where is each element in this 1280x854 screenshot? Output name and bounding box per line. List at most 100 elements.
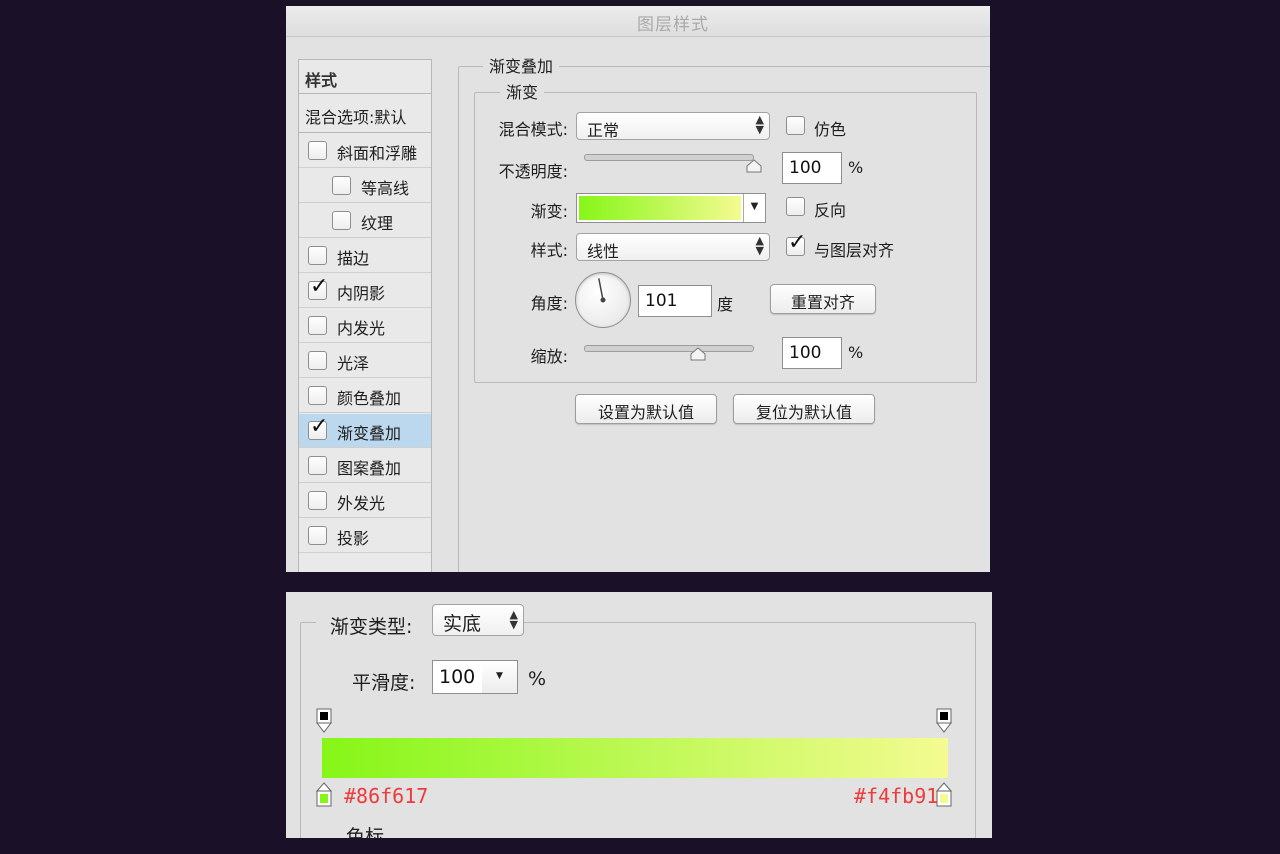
smoothness-label: 平滑度: — [352, 672, 416, 694]
style-item-6[interactable]: 内发光 — [299, 309, 431, 343]
reverse-checkbox[interactable] — [786, 197, 805, 216]
title-bar: 图层样式 — [286, 6, 990, 37]
style-list: 样式 混合选项:默认 斜面和浮雕等高线纹理描边 ✓ 内阴影内发光光泽颜色叠加 ✓ 渐变叠… — [298, 59, 432, 572]
gradient-bar[interactable] — [322, 738, 948, 778]
select-arrows-icon: ▲ ▼ — [509, 608, 518, 631]
style-item-label: 图案叠加 — [337, 459, 402, 478]
gradient-label: 渐变: — [530, 202, 568, 221]
style-item-checkbox[interactable] — [308, 386, 327, 405]
style-item-1[interactable]: 斜面和浮雕 — [299, 134, 431, 168]
gradient-type-value: 实底 — [443, 613, 482, 635]
angle-dial[interactable] — [575, 272, 631, 328]
style-item-9[interactable]: ✓ 渐变叠加 — [299, 414, 431, 448]
gradient-preview[interactable] — [579, 196, 741, 220]
style-item-label: 内发光 — [337, 319, 386, 338]
style-value: 线性 — [587, 242, 620, 261]
color-stop-left[interactable] — [316, 782, 332, 808]
opacity-input[interactable]: 100 — [782, 152, 842, 184]
scale-unit: % — [848, 343, 864, 362]
opacity-stop-left[interactable] — [316, 708, 332, 734]
select-arrows-icon: ▲ ▼ — [755, 234, 764, 257]
style-item-2[interactable]: 等高线 — [299, 169, 431, 203]
reset-alignment-button[interactable]: 重置对齐 — [770, 284, 876, 314]
select-arrows-icon: ▲ ▼ — [755, 113, 764, 136]
gradient-picker[interactable]: ▼ — [576, 193, 766, 223]
angle-unit: 度 — [717, 295, 734, 314]
style-item-checkbox[interactable] — [308, 456, 327, 475]
scale-input[interactable]: 100 — [782, 337, 842, 369]
align-with-layer-checkbox[interactable]: ✓ — [786, 232, 806, 256]
opacity-stop-right[interactable] — [936, 708, 952, 734]
smoothness-dropdown-icon[interactable]: ▼ — [482, 660, 518, 694]
blend-mode-select[interactable]: 正常 ▲ ▼ — [576, 112, 770, 140]
style-item-label: 外发光 — [337, 494, 386, 513]
blend-mode-value: 正常 — [587, 121, 620, 140]
section-title: 渐变叠加 — [483, 53, 560, 77]
style-item-7[interactable]: 光泽 — [299, 344, 431, 378]
align-with-layer-label: 与图层对齐 — [814, 241, 895, 260]
smoothness-input[interactable]: 100 — [432, 660, 484, 694]
checkmark-icon: ✓ — [310, 274, 329, 299]
style-item-label: 内阴影 — [337, 284, 386, 303]
checkmark-icon: ✓ — [310, 414, 329, 439]
style-item-3[interactable]: 纹理 — [299, 204, 431, 238]
style-item-label: 渐变叠加 — [337, 424, 402, 443]
color-stop-right[interactable] — [936, 782, 952, 808]
style-item-checkbox[interactable] — [332, 211, 351, 230]
style-list-header[interactable]: 样式 — [299, 60, 431, 94]
scale-slider-thumb[interactable] — [690, 347, 706, 361]
style-select[interactable]: 线性 ▲ ▼ — [576, 233, 770, 261]
set-default-button[interactable]: 设置为默认值 — [575, 394, 717, 424]
gradient-editor: 渐变类型: 实底 ▲ ▼ 平滑度: 100 ▼ % #86f617 #f4fb91… — [286, 592, 992, 838]
style-item-4[interactable]: 描边 — [299, 239, 431, 273]
style-item-label: 颜色叠加 — [337, 389, 402, 408]
color-stops-label: 色标 — [316, 822, 436, 838]
angle-input[interactable]: 101 — [638, 285, 712, 317]
gradient-dropdown-icon[interactable]: ▼ — [743, 194, 765, 222]
end-color-hex: #f4fb91 — [854, 784, 939, 808]
style-item-5[interactable]: ✓ 内阴影 — [299, 274, 431, 308]
smoothness-unit: % — [528, 668, 547, 690]
opacity-unit: % — [848, 158, 864, 177]
style-item-checkbox[interactable]: ✓ — [308, 276, 328, 300]
blending-options-item[interactable]: 混合选项:默认 — [299, 95, 431, 133]
style-item-checkbox[interactable] — [308, 351, 327, 370]
style-item-checkbox[interactable]: ✓ — [308, 416, 328, 440]
dither-checkbox[interactable] — [786, 116, 805, 135]
style-item-8[interactable]: 颜色叠加 — [299, 379, 431, 413]
reverse-label: 反向 — [814, 201, 847, 220]
dialog-title: 图层样式 — [637, 15, 709, 35]
style-item-label: 光泽 — [337, 354, 370, 373]
style-item-label: 纹理 — [361, 214, 394, 233]
group-title: 渐变 — [500, 79, 545, 103]
style-item-label: 投影 — [337, 529, 370, 548]
checkmark-icon: ✓ — [788, 230, 807, 255]
layer-style-dialog: 图层样式 样式 混合选项:默认 斜面和浮雕等高线纹理描边 ✓ 内阴影内发光光泽颜色叠… — [286, 6, 990, 572]
scale-slider[interactable] — [584, 345, 754, 352]
style-item-label: 描边 — [337, 249, 370, 268]
angle-dial-indicator — [598, 278, 606, 303]
style-item-label: 等高线 — [361, 179, 410, 198]
style-label: 样式: — [530, 241, 568, 260]
opacity-slider[interactable] — [584, 154, 754, 161]
style-item-checkbox[interactable] — [308, 491, 327, 510]
style-item-12[interactable]: 投影 — [299, 519, 431, 553]
style-item-label: 斜面和浮雕 — [337, 144, 418, 163]
blend-mode-label: 混合模式: — [498, 120, 568, 139]
opacity-label: 不透明度: — [498, 162, 568, 181]
angle-label: 角度: — [530, 294, 568, 313]
style-item-checkbox[interactable] — [308, 246, 327, 265]
style-item-11[interactable]: 外发光 — [299, 484, 431, 518]
style-item-10[interactable]: 图案叠加 — [299, 449, 431, 483]
style-item-checkbox[interactable] — [308, 526, 327, 545]
scale-label: 缩放: — [530, 347, 568, 366]
style-item-checkbox[interactable] — [308, 316, 327, 335]
style-item-checkbox[interactable] — [332, 176, 351, 195]
gradient-type-select[interactable]: 实底 ▲ ▼ — [432, 604, 524, 636]
start-color-hex: #86f617 — [344, 784, 429, 808]
opacity-slider-thumb[interactable] — [746, 159, 762, 173]
dither-label: 仿色 — [814, 120, 847, 139]
gradient-type-label: 渐变类型: — [316, 612, 450, 639]
style-item-checkbox[interactable] — [308, 141, 327, 160]
reset-default-button[interactable]: 复位为默认值 — [733, 394, 875, 424]
